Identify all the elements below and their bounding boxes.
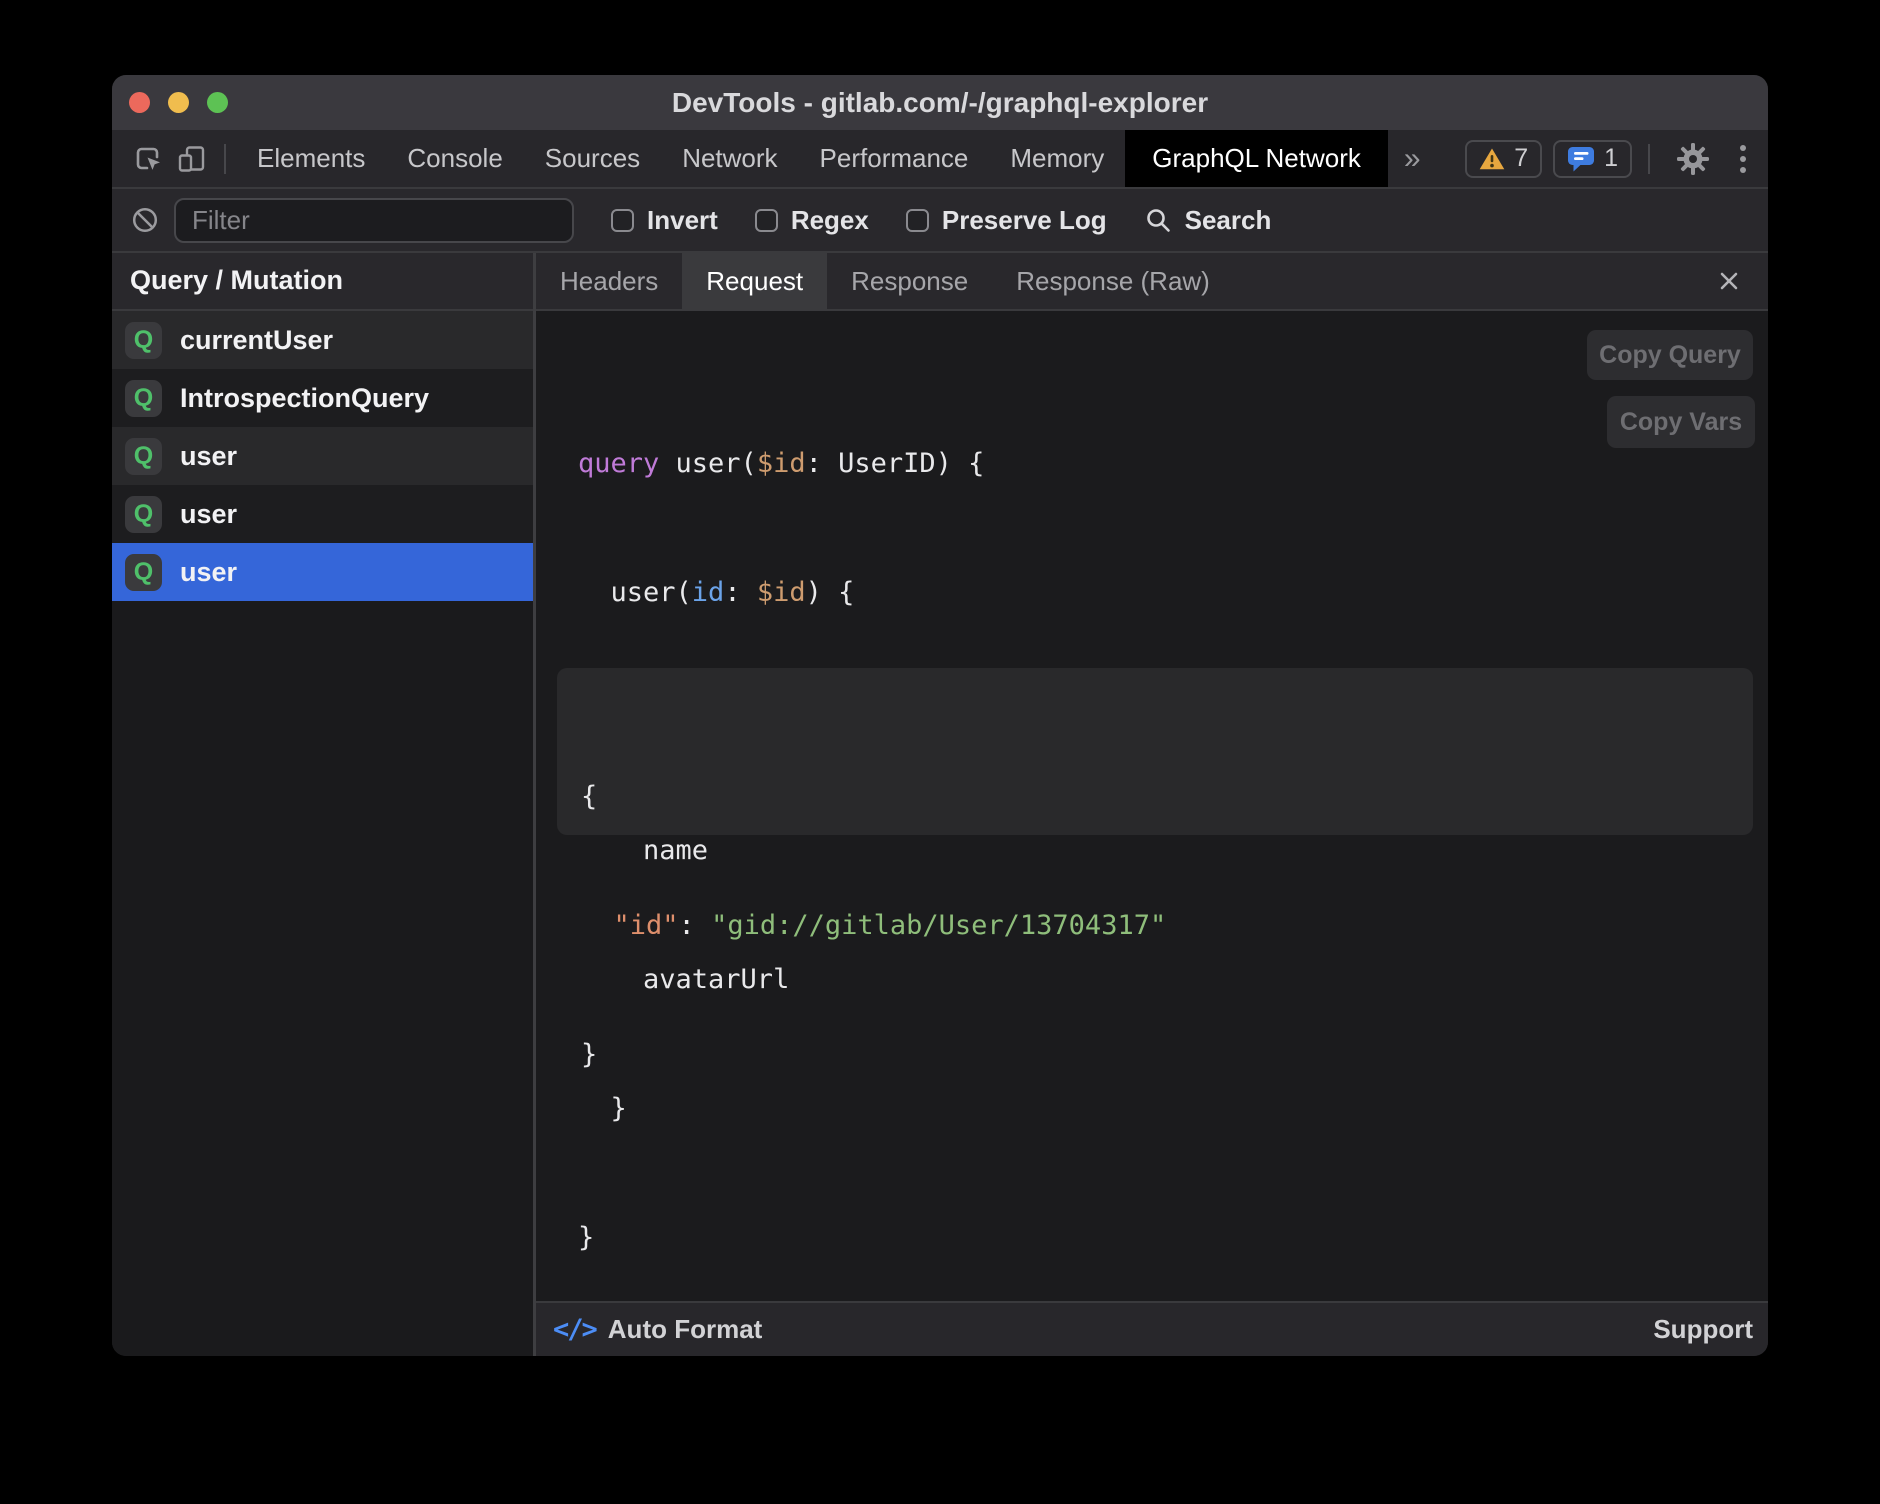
- code-line: }: [578, 1216, 984, 1259]
- sidebar-header: Query / Mutation: [112, 253, 533, 311]
- variables-line: }: [581, 1033, 1753, 1076]
- copy-vars-button[interactable]: Copy Vars: [1607, 396, 1755, 448]
- inspect-cursor-icon: [132, 143, 164, 175]
- query-type-badge: Q: [125, 322, 162, 359]
- main-split: Query / Mutation Q currentUser Q Introsp…: [112, 253, 1768, 1356]
- query-name: IntrospectionQuery: [180, 383, 429, 414]
- regex-label: Regex: [791, 205, 869, 236]
- tab-headers[interactable]: Headers: [536, 253, 682, 309]
- query-variables-box: { "id": "gid://gitlab/User/13704317" }: [557, 668, 1753, 835]
- devtools-toolbar: Elements Console Sources Network Perform…: [112, 130, 1768, 187]
- query-type-badge: Q: [125, 438, 162, 475]
- more-tabs-button[interactable]: »: [1388, 130, 1437, 187]
- query-list-item[interactable]: Q currentUser: [112, 311, 533, 369]
- menu-button[interactable]: [1724, 130, 1768, 187]
- traffic-lights: [129, 92, 228, 113]
- warning-icon: [1479, 147, 1505, 171]
- tab-network[interactable]: Network: [661, 130, 798, 187]
- tab-response[interactable]: Response: [827, 253, 992, 309]
- minimize-window-button[interactable]: [168, 92, 189, 113]
- close-detail-button[interactable]: [1710, 262, 1748, 300]
- invert-checkbox[interactable]: [611, 209, 634, 232]
- query-type-badge: Q: [125, 380, 162, 417]
- regex-checkbox-group: Regex: [755, 205, 869, 236]
- devtools-window: DevTools - gitlab.com/-/graphql-explorer…: [112, 75, 1768, 1356]
- preserve-log-label: Preserve Log: [942, 205, 1107, 236]
- zoom-window-button[interactable]: [207, 92, 228, 113]
- message-count: 1: [1604, 144, 1618, 173]
- query-type-badge: Q: [125, 554, 162, 591]
- window-title: DevTools - gitlab.com/-/graphql-explorer: [112, 75, 1768, 130]
- support-link[interactable]: Support: [1653, 1314, 1753, 1345]
- detail-tabs: Headers Request Response Response (Raw): [536, 253, 1768, 311]
- tab-memory[interactable]: Memory: [989, 130, 1125, 187]
- query-type-badge: Q: [125, 496, 162, 533]
- variables-line: {: [581, 775, 1753, 818]
- tab-console[interactable]: Console: [386, 130, 523, 187]
- warnings-badge[interactable]: 7: [1465, 140, 1542, 178]
- query-list-item[interactable]: Q user: [112, 485, 533, 543]
- block-icon[interactable]: [130, 205, 160, 235]
- device-toolbar-icon: [176, 143, 208, 175]
- inspect-element-button[interactable]: [126, 130, 170, 187]
- variables-line: "id": "gid://gitlab/User/13704317": [581, 904, 1753, 947]
- request-content: query user($id: UserID) { user(id: $id) …: [536, 311, 1768, 1301]
- detail-panel: Headers Request Response Response (Raw) …: [536, 253, 1768, 1356]
- device-toolbar-button[interactable]: [170, 130, 214, 187]
- tab-graphql-network[interactable]: GraphQL Network: [1125, 130, 1388, 187]
- warning-count: 7: [1514, 144, 1528, 173]
- title-bar: DevTools - gitlab.com/-/graphql-explorer: [112, 75, 1768, 130]
- message-bubble-icon: [1567, 145, 1595, 172]
- search-icon: [1144, 206, 1172, 234]
- close-icon: [1716, 268, 1742, 294]
- query-name: user: [180, 557, 237, 588]
- preserve-log-checkbox-group: Preserve Log: [906, 205, 1107, 236]
- preserve-log-checkbox[interactable]: [906, 209, 929, 232]
- toolbar-separator-2: [1648, 144, 1650, 174]
- query-name: currentUser: [180, 325, 333, 356]
- close-window-button[interactable]: [129, 92, 150, 113]
- query-list-item-selected[interactable]: Q user: [112, 543, 533, 601]
- invert-checkbox-group: Invert: [611, 205, 718, 236]
- toolbar-separator: [224, 144, 226, 174]
- three-dots-icon: [1738, 142, 1748, 176]
- code-line: user(id: $id) {: [578, 571, 984, 614]
- regex-checkbox[interactable]: [755, 209, 778, 232]
- code-line: query user($id: UserID) {: [578, 442, 984, 485]
- filter-input[interactable]: [174, 198, 574, 243]
- search-group[interactable]: Search: [1144, 205, 1272, 236]
- query-name: user: [180, 441, 237, 472]
- issues-badge[interactable]: 1: [1553, 140, 1632, 178]
- query-list-item[interactable]: Q user: [112, 427, 533, 485]
- tab-sources[interactable]: Sources: [524, 130, 661, 187]
- copy-query-button[interactable]: Copy Query: [1587, 330, 1753, 380]
- tab-elements[interactable]: Elements: [236, 130, 386, 187]
- filter-bar: Invert Regex Preserve Log Search: [112, 187, 1768, 253]
- query-list-item[interactable]: Q IntrospectionQuery: [112, 369, 533, 427]
- invert-label: Invert: [647, 205, 718, 236]
- tab-performance[interactable]: Performance: [799, 130, 990, 187]
- tab-response-raw[interactable]: Response (Raw): [992, 253, 1234, 309]
- search-label: Search: [1185, 205, 1272, 236]
- settings-button[interactable]: [1662, 130, 1724, 187]
- query-list-sidebar: Query / Mutation Q currentUser Q Introsp…: [112, 253, 536, 1356]
- gear-icon: [1676, 142, 1710, 176]
- query-name: user: [180, 499, 237, 530]
- tab-request[interactable]: Request: [682, 253, 827, 309]
- sidebar-empty-area: [112, 601, 533, 1356]
